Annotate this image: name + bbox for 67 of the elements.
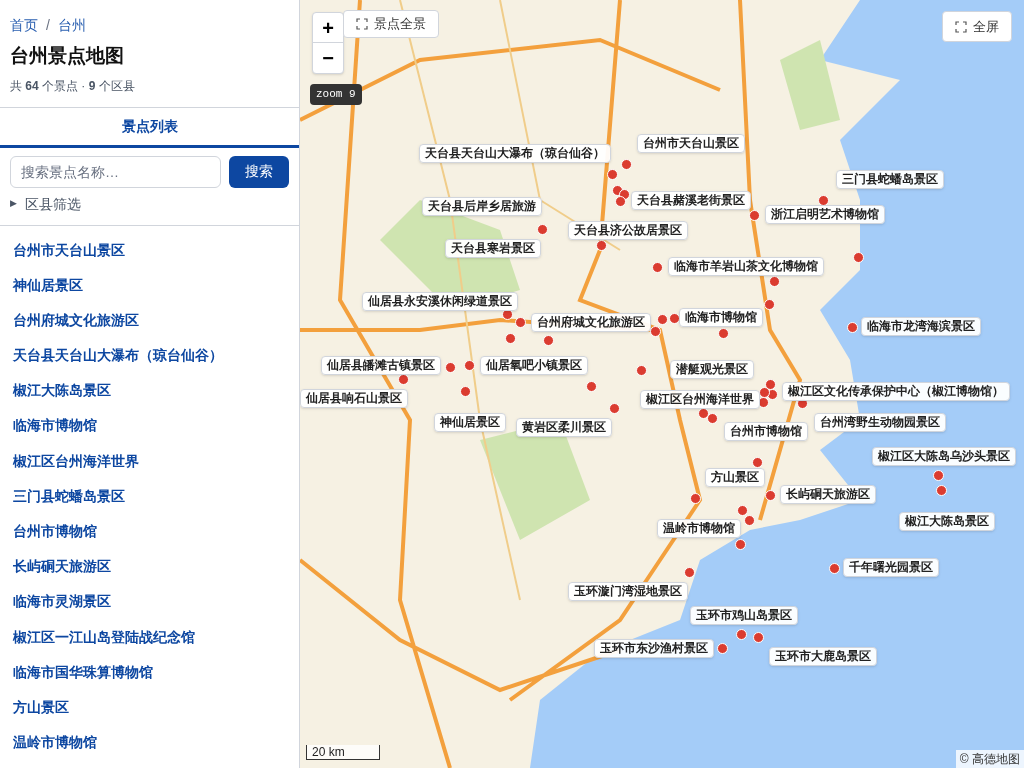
spot-label[interactable]: 潜艇观光景区 [670,360,754,379]
spot-label[interactable]: 仙居县永安溪休闲绿道景区 [362,292,518,311]
expand-icon [955,20,967,33]
spot-label[interactable]: 临海市博物馆 [679,308,763,327]
spot-label[interactable]: 玉环漩门湾湿地景区 [568,582,688,601]
expand-icon [356,18,368,30]
disclosure-icon: ▶ [10,197,17,211]
spot-label[interactable]: 浙江启明艺术博物馆 [765,205,885,224]
spot-link[interactable]: 台州市博物馆 [13,521,286,557]
spot-link[interactable]: 方山景区 [13,696,286,733]
spot-label[interactable]: 天台县寒岩景区 [445,239,541,258]
spot-label[interactable]: 千年曙光园景区 [843,558,939,577]
spot-label[interactable]: 椒江区大陈岛乌沙头景区 [872,447,1016,466]
spot-link[interactable]: 台州府城文化旅游区 [13,309,286,346]
spot-label[interactable]: 椒江区文化传承保护中心（椒江博物馆） [782,382,1010,401]
spot-label[interactable]: 临海市羊岩山茶文化博物馆 [668,257,824,276]
spot-label[interactable]: 台州市天台山景区 [637,134,745,153]
spot-label[interactable]: 天台县赭溪老街景区 [631,191,751,210]
fit-all-button[interactable]: 景点全景 [343,10,439,38]
spot-link[interactable]: 临海市博物馆 [13,415,286,451]
spot-link[interactable]: 台州市天台山景区 [13,239,286,275]
spot-label[interactable]: 仙居县响石山景区 [300,389,408,408]
spot-label[interactable]: 仙居氧吧小镇景区 [480,356,588,375]
spot-link[interactable]: 神仙居景区 [13,274,286,310]
spot-label[interactable]: 台州湾野生动物园景区 [814,413,946,432]
spot-label[interactable]: 温岭市博物馆 [657,519,741,538]
summary-text: 共 64 个景点 · 9 个区县 [10,77,136,95]
spot-label[interactable]: 台州府城文化旅游区 [531,313,651,332]
spot-label[interactable]: 方山景区 [705,468,765,487]
spot-label[interactable]: 黄岩区柔川景区 [516,418,612,437]
spot-label[interactable]: 椒江大陈岛景区 [899,512,995,531]
tab[interactable]: 景点列表 [0,107,299,148]
spot-link[interactable]: 长屿硐天旅游区 [13,556,286,592]
spot-label[interactable]: 神仙居景区 [434,413,506,432]
map-attribution: © 高德地图 [955,750,1024,768]
breadcrumb-separator: / [46,16,50,35]
spot-label[interactable]: 天台县济公故居景区 [568,221,688,240]
scale-bar: 20 km [306,745,380,760]
breadcrumb-link[interactable]: 首页 [10,15,38,36]
spot-label[interactable]: 三门县蛇蟠岛景区 [836,170,944,189]
spot-link[interactable]: 温岭市博物馆 [13,732,286,768]
page-title: 台州景点地图 [10,44,125,68]
search-field[interactable]: 搜索景点名称… [10,155,221,188]
spot-label[interactable]: 玉环市鸡山岛景区 [690,606,798,625]
spot-link[interactable]: 椒江大陈岛景区 [13,380,286,416]
search-button[interactable]: 搜索 [229,155,289,188]
spot-label[interactable]: 椒江区台州海洋世界 [640,390,760,409]
map-drawing[interactable] [300,0,1024,768]
spot-label[interactable]: 仙居县皤滩古镇景区 [321,356,441,375]
spot-label[interactable]: 长屿硐天旅游区 [780,485,876,504]
district-filter-toggle[interactable]: ▶ 区县筛选 [0,187,299,226]
spot-link[interactable]: 临海市灵湖景区 [13,591,286,627]
spot-link[interactable]: 椒江区一江山岛登陆战纪念馆 [13,626,286,662]
spot-link[interactable]: 天台县天台山大瀑布（琼台仙谷） [13,345,286,381]
spot-label[interactable]: 天台县天台山大瀑布（琼台仙谷） [419,144,611,163]
spot-label[interactable]: 天台县后岸乡居旅游 [422,197,542,216]
spot-label[interactable]: 台州市博物馆 [724,422,808,441]
fullscreen-button[interactable]: 全屏 [942,11,1012,42]
spot-label[interactable]: 玉环市东沙渔村景区 [594,639,714,658]
spot-label[interactable]: 临海市龙湾海滨景区 [861,317,981,336]
spot-label[interactable]: 玉环市大鹿岛景区 [769,647,877,666]
spot-link[interactable]: 椒江区台州海洋世界 [13,450,286,486]
zoom-level-badge: zoom 9 [310,84,362,105]
spot-link[interactable]: 三门县蛇蟠岛景区 [13,485,286,521]
spot-link[interactable]: 临海市国华珠算博物馆 [13,661,286,697]
zoom-out-button[interactable]: − [313,43,343,73]
breadcrumb-link[interactable]: 台州 [57,15,86,36]
